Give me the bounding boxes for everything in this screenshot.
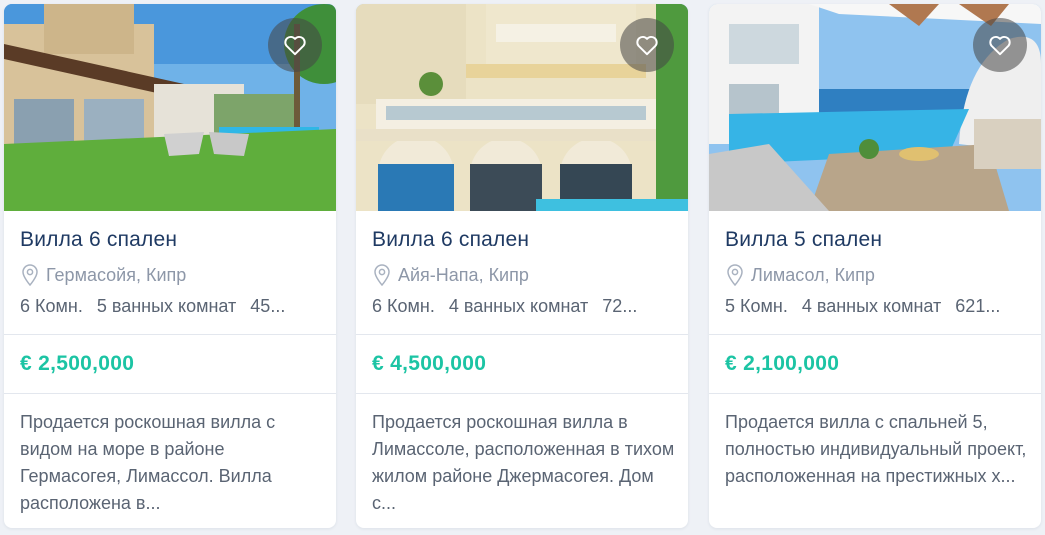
divider <box>356 334 688 335</box>
area-value: 72... <box>602 296 638 316</box>
listing-specs: 6 Комн. 5 ванных комнат 45... <box>20 296 320 317</box>
divider <box>356 393 688 394</box>
heart-icon <box>636 36 658 56</box>
listing-location: Лимасол, Кипр <box>725 263 875 287</box>
location-text: Айя-Напа, Кипр <box>398 264 529 285</box>
area-value: 45... <box>250 296 286 316</box>
map-pin-icon <box>372 263 392 287</box>
area-value: 621... <box>955 296 1001 316</box>
listing-location: Гермасойя, Кипр <box>20 263 186 287</box>
location-text: Гермасойя, Кипр <box>46 264 187 285</box>
listing-price: € 2,100,000 <box>725 352 840 375</box>
heart-icon <box>989 36 1011 56</box>
listing-description: Продается роскошная вилла в Лимассоле, р… <box>372 412 675 513</box>
favorite-button[interactable] <box>973 18 1027 72</box>
rooms-count: 5 Комн. <box>725 296 788 316</box>
listing-price: € 4,500,000 <box>372 352 487 375</box>
baths-count: 4 ванных комнат <box>801 296 942 316</box>
listing-description: Продается вилла с спальней 5, полностью … <box>725 412 1027 486</box>
listing-photo[interactable] <box>709 4 1041 211</box>
rooms-count: 6 Комн. <box>20 296 83 316</box>
baths-count: 5 ванных комнат <box>96 296 237 316</box>
divider <box>4 334 336 335</box>
map-pin-icon <box>725 263 745 287</box>
divider <box>709 334 1041 335</box>
listing-card[interactable]: Вилла 6 спален Айя-Напа, Кипр 6 Комн. 4 в… <box>356 4 688 528</box>
divider <box>4 393 336 394</box>
listing-photo[interactable] <box>4 4 336 211</box>
listing-specs: 5 Комн. 4 ванных комнат 621... <box>725 296 1025 317</box>
rooms-count: 6 Комн. <box>372 296 435 316</box>
listing-title[interactable]: Вилла 6 спален <box>372 228 529 252</box>
favorite-button[interactable] <box>268 18 322 72</box>
listing-price: € 2,500,000 <box>20 352 135 375</box>
listing-title[interactable]: Вилла 6 спален <box>20 228 177 252</box>
favorite-button[interactable] <box>620 18 674 72</box>
listing-photo[interactable] <box>356 4 688 211</box>
heart-icon <box>284 36 306 56</box>
listing-specs: 6 Комн. 4 ванных комнат 72... <box>372 296 672 317</box>
listing-title[interactable]: Вилла 5 спален <box>725 228 882 252</box>
map-pin-icon <box>20 263 40 287</box>
listing-card[interactable]: Вилла 5 спален Лимасол, Кипр 5 Комн. 4 ва… <box>709 4 1041 528</box>
divider <box>709 393 1041 394</box>
listing-card[interactable]: Вилла 6 спален Гермасойя, Кипр 6 Комн. 5 … <box>4 4 336 528</box>
listing-description: Продается роскошная вилла с видом на мор… <box>20 412 276 513</box>
baths-count: 4 ванных комнат <box>448 296 589 316</box>
location-text: Лимасол, Кипр <box>751 264 875 285</box>
listing-location: Айя-Напа, Кипр <box>372 263 529 287</box>
